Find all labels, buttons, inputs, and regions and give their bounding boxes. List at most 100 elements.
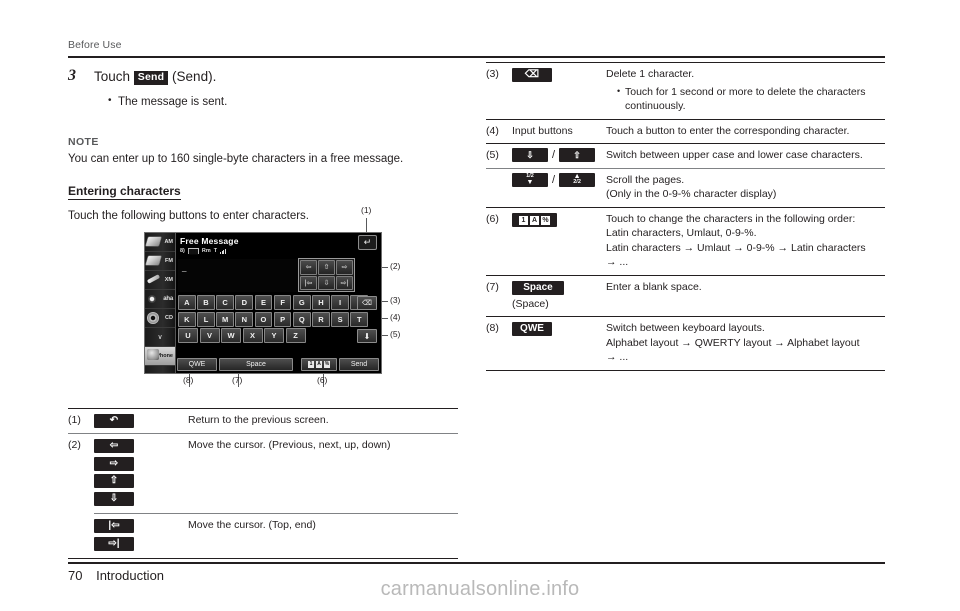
- source-item-fm[interactable]: FM: [145, 252, 175, 271]
- return-button[interactable]: ↶: [94, 414, 134, 428]
- note-body: You can enter up to 160 single-byte char…: [68, 153, 404, 165]
- space-button-sublabel: (Space): [512, 297, 549, 310]
- device-keyboard: A B C D E F G H I J K L M: [178, 295, 369, 345]
- source-item-phone[interactable]: Phone: [145, 347, 175, 366]
- key-q[interactable]: Q: [292, 311, 311, 327]
- key-r[interactable]: R: [312, 311, 330, 327]
- row-buttons: 1/2 ▼ / ▲ 2/2: [512, 167, 606, 207]
- key-y[interactable]: Y: [264, 328, 284, 343]
- step-3: 3 Touch Send (Send).: [68, 67, 458, 86]
- key-s[interactable]: S: [331, 311, 349, 327]
- row-description: Switch between upper case and lower case…: [606, 143, 885, 168]
- roaming-label: Rm: [201, 248, 211, 254]
- cursor-up-button[interactable]: ⇧: [94, 474, 134, 488]
- key-w[interactable]: W: [221, 328, 241, 343]
- key-p[interactable]: P: [273, 311, 292, 327]
- key-o[interactable]: O: [254, 311, 273, 327]
- key-c[interactable]: C: [216, 295, 234, 310]
- key-z[interactable]: Z: [285, 328, 306, 343]
- source-label-xm: XM: [164, 277, 173, 283]
- row-buttons: 1 A %: [512, 206, 606, 275]
- backspace-icon[interactable]: ⌫: [357, 296, 377, 310]
- cursor-up-key[interactable]: ⇧: [318, 260, 335, 275]
- table-row: (4) Input buttons Touch a button to ente…: [486, 118, 885, 144]
- table-row: (3) ⌫ Delete 1 character. Touch for 1 se…: [486, 62, 885, 119]
- source-item-aha[interactable]: aha: [145, 290, 175, 309]
- left-reference-table: (1) ↶ Return to the previous screen. (2)…: [68, 408, 458, 559]
- key-b[interactable]: B: [197, 295, 215, 310]
- bottom-bar-spacer: [295, 358, 299, 371]
- row-description: Scroll the pages. (Only in the 0-9-% cha…: [606, 167, 885, 207]
- source-scroll-down[interactable]: ∨: [145, 328, 175, 347]
- lowercase-button[interactable]: ⇩: [512, 148, 548, 163]
- cursor-left-button[interactable]: ⇦: [94, 439, 134, 453]
- left-column: 3 Touch Send (Send). The message is sent…: [68, 62, 458, 224]
- row-description: Move the cursor. (Top, end): [188, 513, 458, 559]
- row-description: Delete 1 character. Touch for 1 second o…: [606, 62, 885, 119]
- return-icon[interactable]: ↵: [358, 235, 377, 250]
- key-f[interactable]: F: [273, 295, 292, 310]
- shift-button-pair: ⇩ / ⇧: [512, 148, 606, 163]
- row-number: (3): [486, 62, 512, 119]
- key-m[interactable]: M: [216, 311, 234, 327]
- table-row-end: [68, 558, 458, 559]
- key-a[interactable]: A: [178, 295, 196, 310]
- callout-1: (1): [361, 205, 372, 215]
- cursor-end-key[interactable]: ⇨|: [336, 275, 353, 290]
- cursor-right-button[interactable]: ⇨: [94, 456, 134, 471]
- cursor-down-button[interactable]: ⇩: [94, 491, 134, 506]
- source-item-am[interactable]: AM: [145, 233, 175, 252]
- page-down-button[interactable]: 1/2 ▼: [512, 172, 548, 187]
- key-v[interactable]: V: [199, 328, 220, 343]
- keyboard-layout-button[interactable]: QWE: [512, 322, 552, 336]
- note-heading: NOTE: [68, 136, 99, 148]
- row-number: [486, 167, 512, 207]
- source-label-am: AM: [164, 239, 173, 245]
- key-e[interactable]: E: [254, 295, 273, 310]
- step-text: Touch Send (Send).: [94, 69, 216, 85]
- character-mode-button[interactable]: 1 A %: [301, 358, 337, 371]
- key-d[interactable]: D: [235, 295, 254, 310]
- keyboard-row-1: A B C D E F G H I J: [178, 295, 369, 310]
- source-item-cd[interactable]: CD: [145, 309, 175, 328]
- down-arrow-icon[interactable]: ⬇: [357, 329, 377, 343]
- character-mode-button[interactable]: 1 A %: [512, 213, 557, 227]
- cursor-top-key[interactable]: |⇦: [300, 275, 317, 290]
- device-main-area: Free Message 8) ███ Rm T ↵ _ ⇦ ⇧ ⇨ |⇦ ⇩ …: [175, 233, 381, 373]
- row-description: Enter a blank space.: [606, 274, 885, 317]
- key-g[interactable]: G: [292, 295, 311, 310]
- mode-box-1: 1: [308, 361, 314, 368]
- space-button[interactable]: Space: [219, 358, 293, 371]
- keyboard-row-3: U V W X Y Z: [178, 328, 368, 343]
- cursor-end-button[interactable]: ⇨|: [94, 536, 134, 551]
- row-buttons: ⌫: [512, 62, 606, 119]
- key-u[interactable]: U: [178, 328, 198, 343]
- table-row: (7) Space (Space) Enter a blank space.: [486, 274, 885, 317]
- key-l[interactable]: L: [197, 311, 215, 327]
- qwe-layout-button[interactable]: QWE: [177, 358, 217, 371]
- send-button-inline[interactable]: Send: [133, 70, 169, 85]
- row-description-text-3: → ...: [606, 351, 629, 363]
- uppercase-button[interactable]: ⇧: [559, 148, 596, 163]
- table-row: (1) ↶ Return to the previous screen.: [68, 408, 458, 434]
- key-h[interactable]: H: [312, 295, 330, 310]
- left-reference-table-wrap: (1) ↶ Return to the previous screen. (2)…: [68, 408, 458, 559]
- source-item-xm[interactable]: XM: [145, 271, 175, 290]
- key-k[interactable]: K: [178, 311, 196, 327]
- row-description-text: Switch between keyboard layouts.: [606, 322, 765, 334]
- cursor-left-key[interactable]: ⇦: [300, 260, 317, 275]
- pill-separator: /: [552, 149, 556, 161]
- send-button[interactable]: Send: [339, 358, 379, 371]
- cursor-top-button[interactable]: |⇦: [94, 519, 134, 533]
- row-buttons: Input buttons: [512, 118, 606, 144]
- key-t[interactable]: T: [350, 311, 369, 327]
- space-button[interactable]: Space: [512, 280, 564, 295]
- phone-icon: [147, 349, 159, 360]
- key-x[interactable]: X: [242, 328, 263, 343]
- key-n[interactable]: N: [235, 311, 254, 327]
- cursor-right-key[interactable]: ⇨: [336, 260, 353, 275]
- cursor-down-key[interactable]: ⇩: [318, 275, 335, 290]
- page-up-button[interactable]: ▲ 2/2: [559, 172, 596, 187]
- key-i[interactable]: I: [331, 295, 349, 310]
- delete-button[interactable]: ⌫: [512, 68, 552, 82]
